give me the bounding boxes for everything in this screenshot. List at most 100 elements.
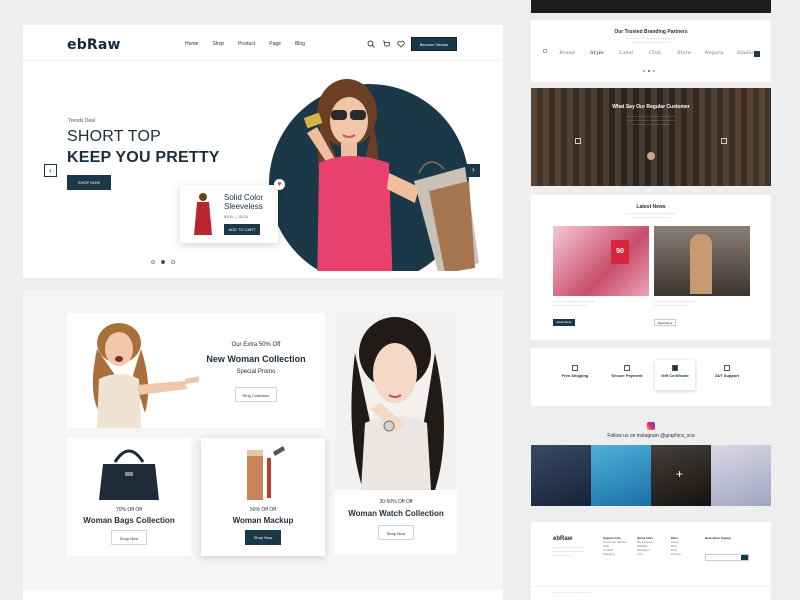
nav-page[interactable]: Page <box>269 41 281 47</box>
footer-column: Support Info Customer Service Help Conta… <box>603 536 627 556</box>
women-collection-image <box>92 323 199 428</box>
search-icon[interactable] <box>367 40 375 48</box>
top-strip <box>531 0 771 13</box>
featured-product-card[interactable]: Solid Color Sleeveless $100 — $120 ADD T… <box>180 185 278 243</box>
newsletter-submit-button[interactable] <box>741 555 748 560</box>
instagram-photo[interactable]: + <box>651 445 711 506</box>
instagram-photo[interactable] <box>711 445 771 506</box>
testimonial-next-icon[interactable] <box>721 138 727 144</box>
become-vendor-button[interactable]: Become Vendor <box>411 37 457 51</box>
makeup-shop-now-button[interactable]: Shop Now <box>245 530 281 545</box>
women-collection-card[interactable]: Our Extra 50% Off New Woman Collection S… <box>67 313 325 428</box>
read-more-button[interactable]: Read More <box>553 319 575 326</box>
product-price: $100 — $120 <box>224 214 249 219</box>
news-image-shopping[interactable] <box>654 226 750 296</box>
women-collection-title: New Woman Collection <box>206 354 306 364</box>
women-collection-eyebrow: Our Extra 50% Off <box>231 342 281 348</box>
product-thumbnail <box>194 193 212 235</box>
instagram-title: Follow us on instagram @graphics_xca <box>607 433 695 439</box>
makeup-collection-card[interactable]: 50% Off Off Woman Mackup Shop Now <box>201 438 325 556</box>
sale-tag-icon: 50 <box>611 240 629 264</box>
brands-title: Our Trusted Branding Partners <box>614 29 688 35</box>
nav-home[interactable]: Home <box>185 41 198 47</box>
gift-icon <box>672 365 678 371</box>
footer-about: — — — — — — — — — — — — — — — — — — — — — <box>553 545 583 557</box>
nav-blog[interactable]: Blog <box>295 41 305 47</box>
brands-description: — — — — — — — — — — — — — — — — — — — — —… <box>626 36 676 44</box>
nav-shop[interactable]: Shop <box>212 41 224 47</box>
card-icon <box>624 365 630 371</box>
news-excerpt: — — — — — — — — — — — — — — — — — — — — <box>654 299 696 307</box>
news-description: — — — — — — — — — — — — — — — — — — — — —… <box>626 211 676 219</box>
bags-collection-eyebrow: 70% Off Off <box>116 507 142 513</box>
feature-shipping: Free Shipping <box>555 360 595 390</box>
watch-collection-title: Woman Watch Collection <box>348 509 444 518</box>
bag-image <box>99 449 159 500</box>
copyright: — — — — — — — — — — <box>553 590 591 594</box>
brand-logo[interactable]: Club <box>642 48 668 58</box>
slider-dot[interactable] <box>171 260 175 264</box>
testimonial-title: What Say Our Regular Customer <box>612 104 690 110</box>
slider-dot[interactable] <box>151 260 155 264</box>
feature-payment: Secure Payment <box>607 360 647 390</box>
headset-icon <box>724 365 730 371</box>
watch-collection-eyebrow: 30-50% Off Off <box>379 499 413 505</box>
hero-headline-line2: KEEP YOU PRETTY <box>67 149 220 166</box>
shop-now-button[interactable]: SHOP NOW <box>67 175 111 190</box>
bags-collection-card[interactable]: 70% Off Off Woman Bags Collection Shop N… <box>67 438 191 556</box>
brand-logo[interactable]: Label <box>613 48 639 58</box>
makeup-image <box>247 446 285 500</box>
prev-slide-icon[interactable]: ‹ <box>44 164 57 177</box>
favorite-icon[interactable]: ♥ <box>274 179 285 190</box>
feature-support: 24/7 Support <box>707 360 747 390</box>
page-preview-right: Our Trusted Branding Partners — — — — — … <box>531 0 771 600</box>
hero-bottom-mask <box>269 271 479 278</box>
hero-eyebrow: Trends Deal <box>68 118 96 124</box>
brands-prev-icon[interactable] <box>543 49 547 53</box>
footer-column: Quick links My Account Wishlist Checkout… <box>637 536 654 556</box>
add-to-cart-button[interactable]: ADD TO CART <box>224 224 260 235</box>
watch-shop-now-button[interactable]: Shop Now <box>378 525 414 540</box>
brands-next-icon[interactable] <box>754 51 760 57</box>
testimonial-prev-icon[interactable] <box>575 138 581 144</box>
truck-icon <box>572 365 578 371</box>
instagram-photo[interactable] <box>531 445 591 506</box>
brand-logo[interactable]: Store <box>671 48 697 58</box>
news-title: Latest News <box>636 204 666 210</box>
slider-dot-active[interactable] <box>161 260 165 264</box>
footer-divider <box>531 586 771 587</box>
main-nav: Home Shop Product Page Blog <box>185 41 305 47</box>
hero-model-image <box>304 79 479 278</box>
header-divider <box>23 60 503 61</box>
hero-section: ebRaw Home Shop Product Page Blog Become… <box>23 25 503 278</box>
instagram-photo[interactable] <box>591 445 651 506</box>
slider-dots <box>151 260 175 264</box>
newsletter-title: Newsletter Signup <box>705 536 732 540</box>
makeup-collection-eyebrow: 50% Off Off <box>250 507 276 513</box>
testimonial-banner: What Say Our Regular Customer — — — — — … <box>531 88 771 186</box>
avatar <box>647 152 655 160</box>
footer-logo[interactable]: ebRaw <box>553 536 572 542</box>
brand-logo[interactable]: Style <box>584 48 610 58</box>
brands-dots <box>643 70 655 72</box>
news-image-sale[interactable]: 50 <box>553 226 649 296</box>
nav-product[interactable]: Product <box>238 41 255 47</box>
ring-collection-button[interactable]: Ring Collection <box>235 387 277 402</box>
collections-section: Our Extra 50% Off New Woman Collection S… <box>23 290 503 590</box>
heart-icon[interactable] <box>397 40 405 48</box>
footer-section: ebRaw — — — — — — — — — — — — — — — — — — … <box>531 522 771 600</box>
read-more-button[interactable]: Read More <box>654 319 676 326</box>
makeup-collection-title: Woman Mackup <box>232 516 294 525</box>
bags-shop-now-button[interactable]: Shop Now <box>111 530 147 545</box>
women-collection-subtitle: Special Promo <box>236 369 276 375</box>
product-title: Solid Color Sleeveless <box>224 193 264 211</box>
watch-collection-card[interactable]: 30-50% Off Off Woman Watch Collection Sh… <box>335 313 457 555</box>
news-excerpt: — — — — — — — — — — — — — — — — — — — — <box>553 299 595 307</box>
footer-column: More About Blog FAQ Privacy <box>671 536 681 556</box>
cart-icon[interactable] <box>382 40 390 48</box>
site-logo[interactable]: ebRaw <box>67 37 121 53</box>
watch-collection-image <box>335 313 457 490</box>
brand-logo[interactable]: Brand <box>553 48 581 58</box>
instagram-icon[interactable] <box>647 422 655 430</box>
brand-logo[interactable]: Nopara <box>700 48 728 58</box>
